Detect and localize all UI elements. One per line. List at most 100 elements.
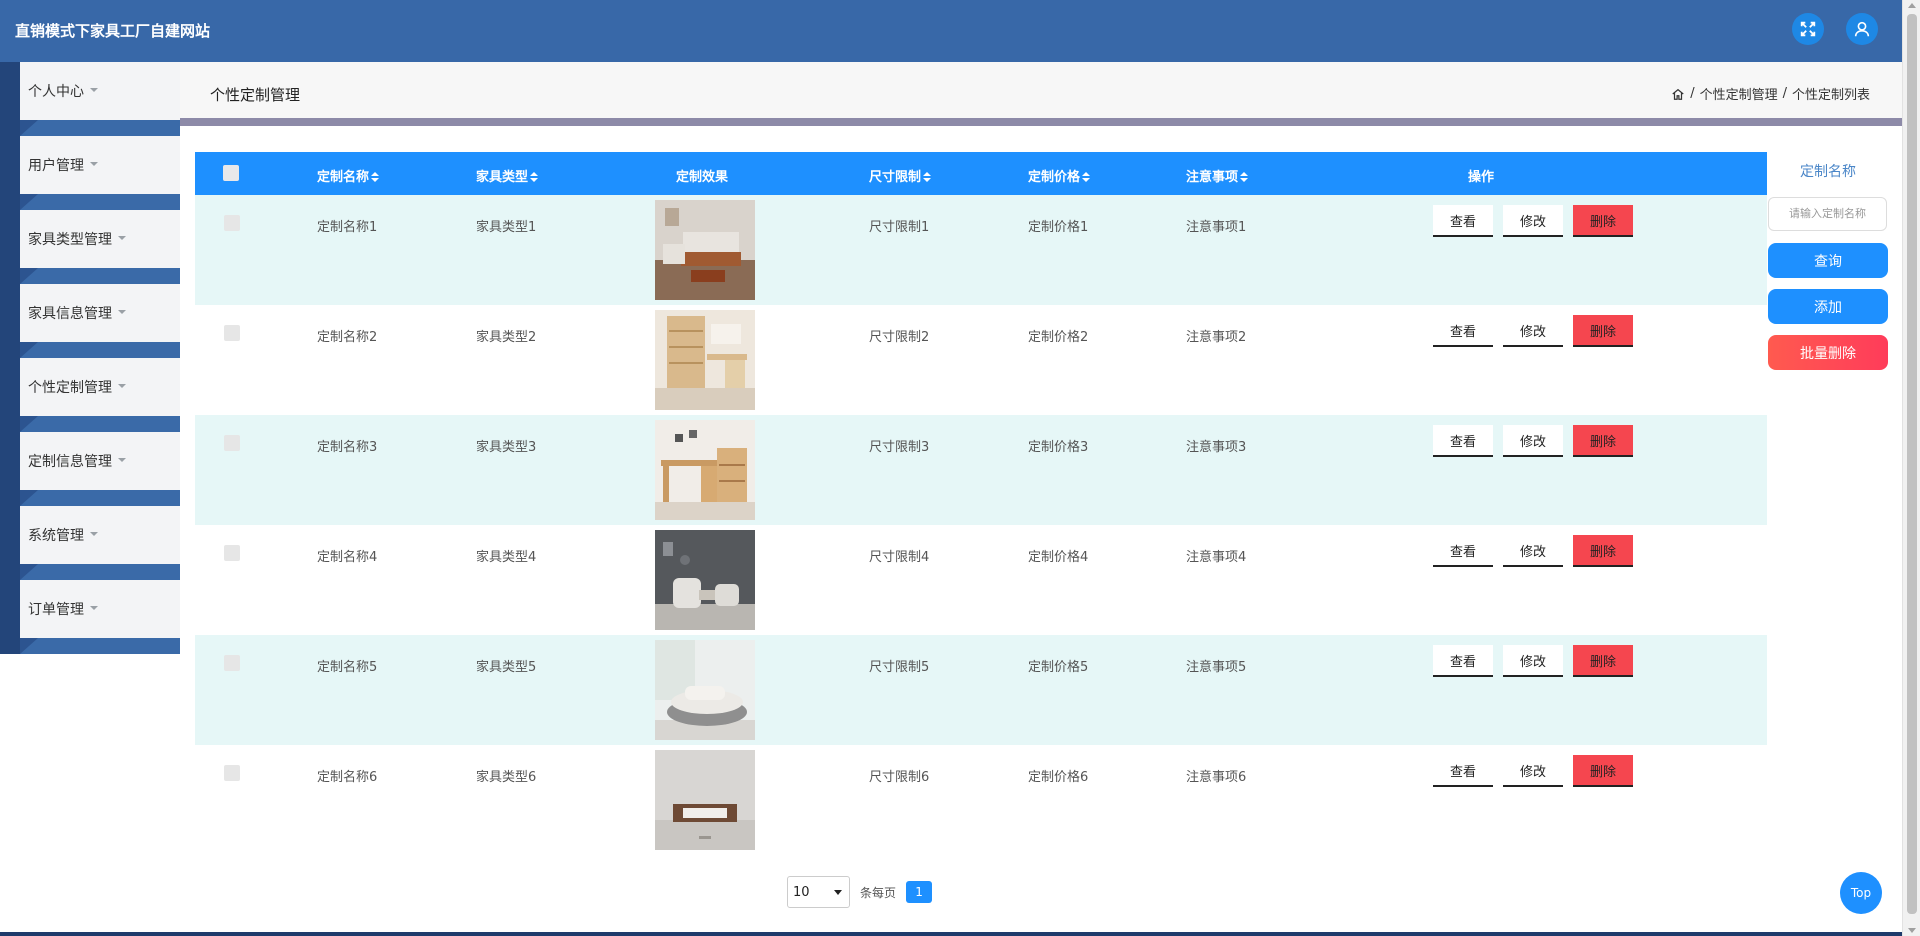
custom-effect-image[interactable]: [655, 310, 755, 410]
edit-button[interactable]: 修改: [1503, 755, 1563, 787]
custom-effect-image[interactable]: [655, 530, 755, 630]
delete-button[interactable]: 删除: [1573, 535, 1633, 567]
page-title: 个性定制管理: [210, 86, 301, 104]
scrollbar-thumb[interactable]: [1907, 14, 1917, 914]
view-button[interactable]: 查看: [1433, 535, 1493, 567]
col-header-price[interactable]: 定制价格: [1028, 166, 1091, 185]
row-checkbox[interactable]: [224, 215, 240, 231]
row-checkbox[interactable]: [224, 325, 240, 341]
col-header-note[interactable]: 注意事项: [1186, 166, 1249, 185]
sort-icon: [530, 172, 539, 182]
cell-price: 定制价格6: [1028, 770, 1089, 785]
row-checkbox[interactable]: [224, 545, 240, 561]
sort-icon: [1240, 172, 1249, 182]
row-checkbox[interactable]: [224, 655, 240, 671]
edit-button[interactable]: 修改: [1503, 645, 1563, 677]
table-header: 定制名称 家具类型 定制效果 尺寸限制 定制价格 注意事项 操作: [195, 152, 1767, 195]
col-header-size[interactable]: 尺寸限制: [869, 166, 932, 185]
cell-name: 定制名称2: [317, 330, 378, 345]
delete-button[interactable]: 删除: [1573, 315, 1633, 347]
page-number-current[interactable]: 1: [906, 881, 933, 903]
col-header-name[interactable]: 定制名称: [317, 166, 380, 185]
sidebar-item-users[interactable]: 用户管理: [0, 136, 180, 210]
content-header: 个性定制管理 / 个性定制管理 / 个性定制列表: [180, 62, 1902, 118]
cell-name: 定制名称6: [317, 770, 378, 785]
fullscreen-icon[interactable]: [1792, 13, 1824, 45]
sidebar-item-label: 个人中心: [28, 84, 84, 100]
view-button[interactable]: 查看: [1433, 315, 1493, 347]
cell-note: 注意事项4: [1186, 550, 1247, 565]
edit-button[interactable]: 修改: [1503, 315, 1563, 347]
view-button[interactable]: 查看: [1433, 645, 1493, 677]
scroll-up-icon[interactable]: [1908, 3, 1916, 8]
sidebar-item-custom-info[interactable]: 定制信息管理: [0, 432, 180, 506]
search-input[interactable]: 请输入定制名称: [1768, 197, 1887, 231]
view-button[interactable]: 查看: [1433, 425, 1493, 457]
cell-name: 定制名称4: [317, 550, 378, 565]
scroll-down-icon[interactable]: [1908, 928, 1916, 933]
delete-button[interactable]: 删除: [1573, 205, 1633, 237]
sidebar-item-label: 家具类型管理: [28, 232, 112, 248]
chevron-down-icon: [834, 889, 842, 895]
cell-type: 家具类型4: [476, 550, 537, 565]
vertical-scrollbar[interactable]: [1902, 0, 1920, 936]
row-checkbox[interactable]: [224, 435, 240, 451]
cell-size: 尺寸限制6: [869, 770, 930, 785]
caret-down-icon: [118, 236, 126, 240]
delete-button[interactable]: 删除: [1573, 645, 1633, 677]
row-checkbox[interactable]: [224, 765, 240, 781]
breadcrumb-item[interactable]: 个性定制管理: [1700, 84, 1778, 103]
cell-type: 家具类型2: [476, 330, 537, 345]
sidebar-item-personal-center[interactable]: 个人中心: [0, 62, 180, 136]
sidebar: 个人中心 用户管理 家具类型管理 家具信息管理 个性定制管理 定制信息管理 系统…: [0, 62, 180, 654]
sort-icon: [371, 172, 380, 182]
delete-button[interactable]: 删除: [1573, 755, 1633, 787]
caret-down-icon: [118, 384, 126, 388]
cell-size: 尺寸限制5: [869, 660, 930, 675]
sidebar-item-label: 用户管理: [28, 158, 84, 174]
table-row: 定制名称1 家具类型1 尺寸限制1 定制价格1 注意事项1 查看 修改 删除: [195, 195, 1767, 305]
batch-delete-button[interactable]: 批量删除: [1768, 335, 1888, 370]
add-button[interactable]: 添加: [1768, 289, 1888, 324]
custom-effect-image[interactable]: [655, 640, 755, 740]
edit-button[interactable]: 修改: [1503, 535, 1563, 567]
edit-button[interactable]: 修改: [1503, 425, 1563, 457]
edit-button[interactable]: 修改: [1503, 205, 1563, 237]
delete-button[interactable]: 删除: [1573, 425, 1633, 457]
page-size-select[interactable]: 10: [787, 876, 850, 908]
user-icon[interactable]: [1846, 13, 1878, 45]
bottom-border: [0, 932, 1902, 936]
cell-note: 注意事项5: [1186, 660, 1247, 675]
cell-price: 定制价格5: [1028, 660, 1089, 675]
table-row: 定制名称4 家具类型4 尺寸限制4 定制价格4 注意事项4 查看 修改 删除: [195, 525, 1767, 635]
back-to-top-button[interactable]: Top: [1840, 872, 1882, 914]
view-button[interactable]: 查看: [1433, 755, 1493, 787]
sidebar-item-system[interactable]: 系统管理: [0, 506, 180, 580]
home-icon[interactable]: [1671, 87, 1685, 101]
pagination: 10 条每页 1: [787, 876, 933, 908]
custom-effect-image[interactable]: [655, 750, 755, 850]
col-header-effect: 定制效果: [676, 170, 729, 185]
data-table: 定制名称 家具类型 定制效果 尺寸限制 定制价格 注意事项 操作 定制名称1 家…: [195, 152, 1767, 855]
custom-effect-image[interactable]: [655, 420, 755, 520]
select-all-checkbox[interactable]: [223, 165, 239, 181]
sidebar-item-furniture-info[interactable]: 家具信息管理: [0, 284, 180, 358]
custom-effect-image[interactable]: [655, 200, 755, 300]
cell-note: 注意事项2: [1186, 330, 1247, 345]
cell-price: 定制价格2: [1028, 330, 1089, 345]
per-page-label: 条每页: [860, 885, 897, 900]
page-size-value: 10: [793, 884, 810, 900]
caret-down-icon: [118, 310, 126, 314]
sidebar-item-label: 订单管理: [28, 602, 84, 618]
table-row: 定制名称2 家具类型2 尺寸限制2 定制价格2 注意事项2 查看 修改 删除: [195, 305, 1767, 415]
sidebar-item-orders[interactable]: 订单管理: [0, 580, 180, 654]
cell-size: 尺寸限制4: [869, 550, 930, 565]
sidebar-item-customization[interactable]: 个性定制管理: [0, 358, 180, 432]
query-button[interactable]: 查询: [1768, 243, 1888, 278]
caret-down-icon: [90, 88, 98, 92]
col-header-type[interactable]: 家具类型: [476, 166, 539, 185]
view-button[interactable]: 查看: [1433, 205, 1493, 237]
caret-down-icon: [90, 606, 98, 610]
sidebar-item-furniture-types[interactable]: 家具类型管理: [0, 210, 180, 284]
sidebar-item-label: 定制信息管理: [28, 454, 112, 470]
